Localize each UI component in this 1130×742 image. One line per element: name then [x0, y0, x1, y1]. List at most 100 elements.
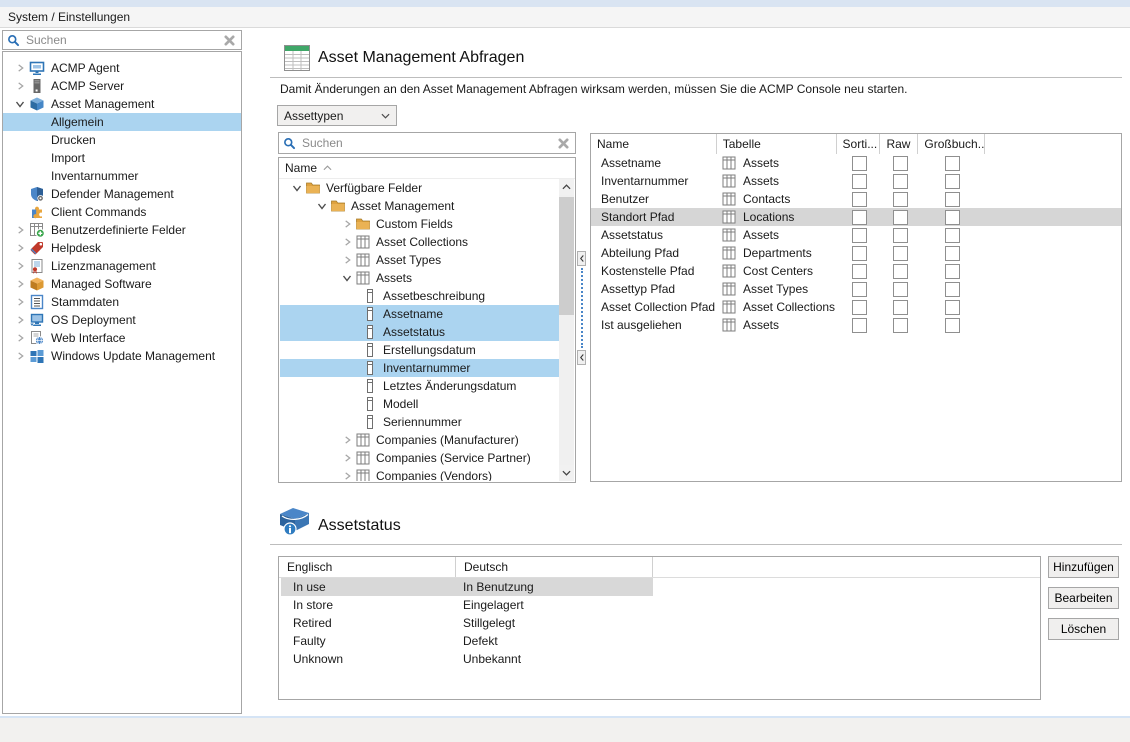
- raw-checkbox[interactable]: [893, 318, 908, 333]
- uppercase-checkbox[interactable]: [945, 192, 960, 207]
- fields-scrollbar[interactable]: [559, 179, 574, 481]
- raw-checkbox[interactable]: [893, 300, 908, 315]
- chevron-right-icon[interactable]: [13, 225, 27, 235]
- chevron-right-icon[interactable]: [340, 435, 354, 445]
- sidebar-item-lizenzmanagement[interactable]: Lizenzmanagement: [3, 257, 241, 275]
- sidebar-item-inventarnummer[interactable]: Inventarnummer: [3, 167, 241, 185]
- status-row-in-store[interactable]: In storeEingelagert: [279, 596, 1040, 614]
- scroll-down-icon[interactable]: [559, 465, 574, 481]
- chevron-right-icon[interactable]: [13, 351, 27, 361]
- clear-search-icon[interactable]: [224, 35, 235, 46]
- field-tree-item-assets[interactable]: Assets: [280, 269, 559, 287]
- chevron-down-icon[interactable]: [340, 273, 354, 283]
- field-tree-item-companies-service-partner[interactable]: Companies (Service Partner): [280, 449, 559, 467]
- scrollbar-thumb[interactable]: [559, 197, 574, 315]
- sort-checkbox[interactable]: [852, 210, 867, 225]
- status-header-deutsch[interactable]: Deutsch: [456, 557, 653, 577]
- chevron-right-icon[interactable]: [13, 315, 27, 325]
- column-header-raw[interactable]: Raw: [880, 134, 918, 154]
- query-column-row-standort-pfad[interactable]: Standort PfadLocations: [591, 208, 1121, 226]
- sort-checkbox[interactable]: [852, 246, 867, 261]
- field-tree-item-letztes-anderungsdatum[interactable]: Letztes Änderungsdatum: [280, 377, 559, 395]
- raw-checkbox[interactable]: [893, 282, 908, 297]
- query-column-row-benutzer[interactable]: BenutzerContacts: [591, 190, 1121, 208]
- chevron-right-icon[interactable]: [340, 219, 354, 229]
- uppercase-checkbox[interactable]: [945, 228, 960, 243]
- field-tree-item-assetstatus[interactable]: Assetstatus: [280, 323, 559, 341]
- sidebar-item-web-interface[interactable]: Web Interface: [3, 329, 241, 347]
- chevron-right-icon[interactable]: [340, 453, 354, 463]
- query-column-row-assetname[interactable]: AssetnameAssets: [591, 154, 1121, 172]
- sidebar-item-windows-update-management[interactable]: Windows Update Management: [3, 347, 241, 365]
- chevron-down-icon[interactable]: [290, 183, 304, 193]
- sort-checkbox[interactable]: [852, 156, 867, 171]
- chevron-right-icon[interactable]: [13, 63, 27, 73]
- raw-checkbox[interactable]: [893, 246, 908, 261]
- query-column-row-ist-ausgeliehen[interactable]: Ist ausgeliehenAssets: [591, 316, 1121, 334]
- hinzufugen-button[interactable]: Hinzufügen: [1048, 556, 1119, 578]
- raw-checkbox[interactable]: [893, 264, 908, 279]
- fields-search[interactable]: [278, 132, 576, 154]
- sidebar-item-asset-management[interactable]: Asset Management: [3, 95, 241, 113]
- query-column-row-inventarnummer[interactable]: InventarnummerAssets: [591, 172, 1121, 190]
- raw-checkbox[interactable]: [893, 192, 908, 207]
- column-header-tabelle[interactable]: Tabelle: [717, 134, 837, 154]
- uppercase-checkbox[interactable]: [945, 210, 960, 225]
- sort-checkbox[interactable]: [852, 318, 867, 333]
- uppercase-checkbox[interactable]: [945, 156, 960, 171]
- field-tree-item-verfugbare-felder[interactable]: Verfügbare Felder: [280, 179, 559, 197]
- raw-checkbox[interactable]: [893, 156, 908, 171]
- uppercase-checkbox[interactable]: [945, 318, 960, 333]
- sidebar-item-drucken[interactable]: Drucken: [3, 131, 241, 149]
- query-column-row-asset-collection-pfad[interactable]: Asset Collection PfadAsset Collections: [591, 298, 1121, 316]
- sidebar-item-client-commands[interactable]: Client Commands: [3, 203, 241, 221]
- sidebar-item-stammdaten[interactable]: Stammdaten: [3, 293, 241, 311]
- query-columns-header[interactable]: NameTabelleSorti...RawGroßbuch...: [591, 134, 1121, 154]
- field-tree-item-seriennummer[interactable]: Seriennummer: [280, 413, 559, 431]
- status-row-in-use[interactable]: In useIn Benutzung: [279, 578, 1040, 596]
- status-row-unknown[interactable]: UnknownUnbekannt: [279, 650, 1040, 668]
- field-tree-item-assetbeschreibung[interactable]: Assetbeschreibung: [280, 287, 559, 305]
- sidebar-search-input[interactable]: [24, 32, 224, 48]
- field-tree-item-asset-management[interactable]: Asset Management: [280, 197, 559, 215]
- panel-splitter[interactable]: [581, 268, 583, 348]
- status-row-retired[interactable]: RetiredStillgelegt: [279, 614, 1040, 632]
- fields-search-input[interactable]: [300, 135, 558, 151]
- field-tree-item-asset-types[interactable]: Asset Types: [280, 251, 559, 269]
- sidebar-search[interactable]: [2, 30, 242, 50]
- uppercase-checkbox[interactable]: [945, 282, 960, 297]
- chevron-right-icon[interactable]: [340, 255, 354, 265]
- chevron-right-icon[interactable]: [13, 261, 27, 271]
- field-tree-item-erstellungsdatum[interactable]: Erstellungsdatum: [280, 341, 559, 359]
- uppercase-checkbox[interactable]: [945, 264, 960, 279]
- sort-checkbox[interactable]: [852, 282, 867, 297]
- chevron-right-icon[interactable]: [13, 279, 27, 289]
- uppercase-checkbox[interactable]: [945, 174, 960, 189]
- status-header-englisch[interactable]: Englisch: [279, 557, 456, 577]
- sidebar-item-helpdesk[interactable]: Helpdesk: [3, 239, 241, 257]
- query-column-row-abteilung-pfad[interactable]: Abteilung PfadDepartments: [591, 244, 1121, 262]
- clear-search-icon[interactable]: [558, 138, 569, 149]
- sidebar-item-acmp-agent[interactable]: ACMP Agent: [3, 59, 241, 77]
- field-tree-item-inventarnummer[interactable]: Inventarnummer: [280, 359, 559, 377]
- chevron-down-icon[interactable]: [315, 201, 329, 211]
- field-tree-item-assetname[interactable]: Assetname: [280, 305, 559, 323]
- asset-type-select[interactable]: Assettypen: [277, 105, 397, 126]
- query-column-row-assettyp-pfad[interactable]: Assettyp PfadAsset Types: [591, 280, 1121, 298]
- sort-checkbox[interactable]: [852, 300, 867, 315]
- sidebar-item-allgemein[interactable]: Allgemein: [3, 113, 241, 131]
- chevron-right-icon[interactable]: [13, 243, 27, 253]
- field-tree-item-asset-collections[interactable]: Asset Collections: [280, 233, 559, 251]
- bearbeiten-button[interactable]: Bearbeiten: [1048, 587, 1119, 609]
- sidebar-item-benutzerdefinierte-felder[interactable]: Benutzerdefinierte Felder: [3, 221, 241, 239]
- chevron-right-icon[interactable]: [340, 471, 354, 481]
- sidebar-item-os-deployment[interactable]: OS Deployment: [3, 311, 241, 329]
- splitter-collapse-icon[interactable]: [577, 350, 586, 365]
- column-header-grossbuch[interactable]: Großbuch...: [918, 134, 985, 154]
- chevron-right-icon[interactable]: [13, 297, 27, 307]
- chevron-right-icon[interactable]: [13, 81, 27, 91]
- sidebar-item-import[interactable]: Import: [3, 149, 241, 167]
- chevron-down-icon[interactable]: [13, 99, 27, 109]
- uppercase-checkbox[interactable]: [945, 246, 960, 261]
- splitter-collapse-icon[interactable]: [577, 251, 586, 266]
